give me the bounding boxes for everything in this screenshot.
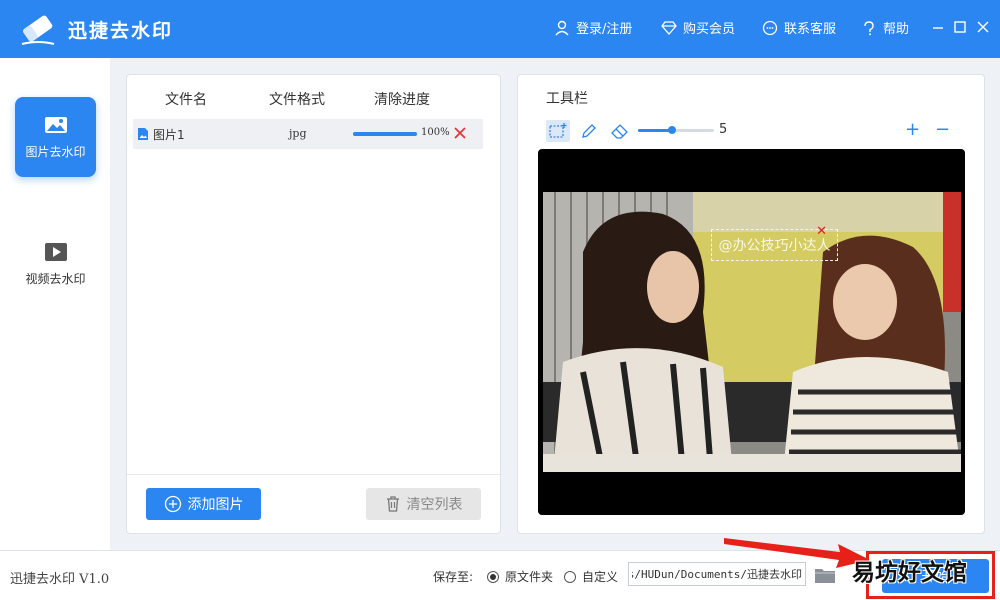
footer-bar: 迅捷去水印 V1.0 保存至: 原文件夹 自定义 开始 <box>0 550 1000 600</box>
eraser-icon <box>611 124 628 139</box>
pen-icon <box>582 124 596 138</box>
login-label: 登录/注册 <box>576 22 633 37</box>
tool-panel: 工具栏 5 + − @办公技巧小达人 ✕ <box>517 74 985 534</box>
remove-selection-icon[interactable]: ✕ <box>816 224 827 239</box>
radio-unchecked-icon <box>564 570 576 583</box>
image-preview[interactable]: @办公技巧小达人 ✕ <box>538 149 965 515</box>
user-icon <box>555 20 569 35</box>
login-link[interactable]: 登录/注册 <box>554 18 632 37</box>
folder-icon[interactable] <box>814 565 836 585</box>
radio-custom-folder[interactable]: 自定义 <box>564 568 618 585</box>
start-button[interactable]: 开始 <box>882 559 989 593</box>
image-icon <box>44 116 67 133</box>
clear-list-label: 清空列表 <box>406 497 463 513</box>
divider <box>127 474 500 475</box>
add-image-label: 添加图片 <box>187 497 244 513</box>
output-path-field[interactable] <box>628 562 806 586</box>
sidebar-item-video-watermark[interactable]: 视频去水印 <box>15 224 96 304</box>
video-play-icon <box>44 242 67 261</box>
chat-icon <box>762 20 778 35</box>
radio-label: 原文件夹 <box>505 570 554 584</box>
table-row[interactable]: 图片1 jpg 100% <box>133 119 483 149</box>
help-icon <box>864 20 874 35</box>
minimize-icon[interactable] <box>930 19 946 35</box>
help-link[interactable]: 帮助 <box>861 18 909 37</box>
toolbar-title: 工具栏 <box>546 91 588 107</box>
brush-size-value: 5 <box>719 122 728 137</box>
diamond-icon <box>661 20 677 35</box>
watermark-selection[interactable]: @办公技巧小达人 ✕ <box>711 224 838 261</box>
sidebar-item-label: 图片去水印 <box>25 144 86 159</box>
radio-label: 自定义 <box>582 570 619 584</box>
maximize-icon[interactable] <box>952 19 968 35</box>
radio-original-folder[interactable]: 原文件夹 <box>487 568 553 585</box>
sidebar: 图片去水印 视频去水印 <box>0 58 110 550</box>
slider-handle[interactable] <box>668 126 677 134</box>
preview-photo: @办公技巧小达人 ✕ <box>543 192 961 472</box>
file-list-panel: 文件名 文件格式 清除进度 图片1 jpg 100% 添加图片 清空列表 <box>126 74 501 534</box>
support-link[interactable]: 联系客服 <box>762 18 836 37</box>
eraser-logo-icon <box>21 15 55 45</box>
column-header-format: 文件格式 <box>269 92 325 108</box>
progress-bar-fill <box>353 132 417 136</box>
file-format: jpg <box>289 127 307 140</box>
rect-select-tool[interactable] <box>546 120 570 142</box>
trash-icon <box>386 496 399 512</box>
progress-percent: 100% <box>421 127 450 138</box>
delete-icon[interactable] <box>453 126 467 140</box>
column-header-name: 文件名 <box>165 92 207 108</box>
zoom-in-button[interactable]: + <box>905 119 920 140</box>
app-version: 迅捷去水印 V1.0 <box>10 572 110 587</box>
progress-bar <box>353 132 417 136</box>
support-label: 联系客服 <box>784 22 837 37</box>
file-name: 图片1 <box>153 128 185 142</box>
zoom-out-button[interactable]: − <box>935 119 950 140</box>
radio-checked-icon <box>487 570 499 583</box>
pen-tool[interactable] <box>577 120 601 142</box>
eraser-tool[interactable] <box>608 120 632 142</box>
watermark-text: @办公技巧小达人 <box>718 238 831 254</box>
column-header-progress: 清除进度 <box>374 92 430 108</box>
close-icon[interactable] <box>975 19 991 35</box>
save-to-label: 保存至: <box>433 570 474 584</box>
slider-fill <box>638 129 673 132</box>
sidebar-item-label: 视频去水印 <box>25 271 86 286</box>
brush-size-slider[interactable] <box>638 126 714 134</box>
rect-select-icon <box>549 123 567 138</box>
add-image-button[interactable]: 添加图片 <box>146 488 261 520</box>
buy-vip-link[interactable]: 购买会员 <box>661 18 735 37</box>
buy-vip-label: 购买会员 <box>683 22 736 37</box>
plus-circle-icon <box>164 495 181 513</box>
help-label: 帮助 <box>883 22 910 37</box>
clear-list-button[interactable]: 清空列表 <box>366 488 481 520</box>
title-bar: 迅捷去水印 登录/注册 购买会员 联系客服 帮助 <box>0 0 1000 58</box>
image-file-icon <box>138 128 148 140</box>
app-title: 迅捷去水印 <box>68 20 174 42</box>
sidebar-item-image-watermark[interactable]: 图片去水印 <box>15 97 96 177</box>
